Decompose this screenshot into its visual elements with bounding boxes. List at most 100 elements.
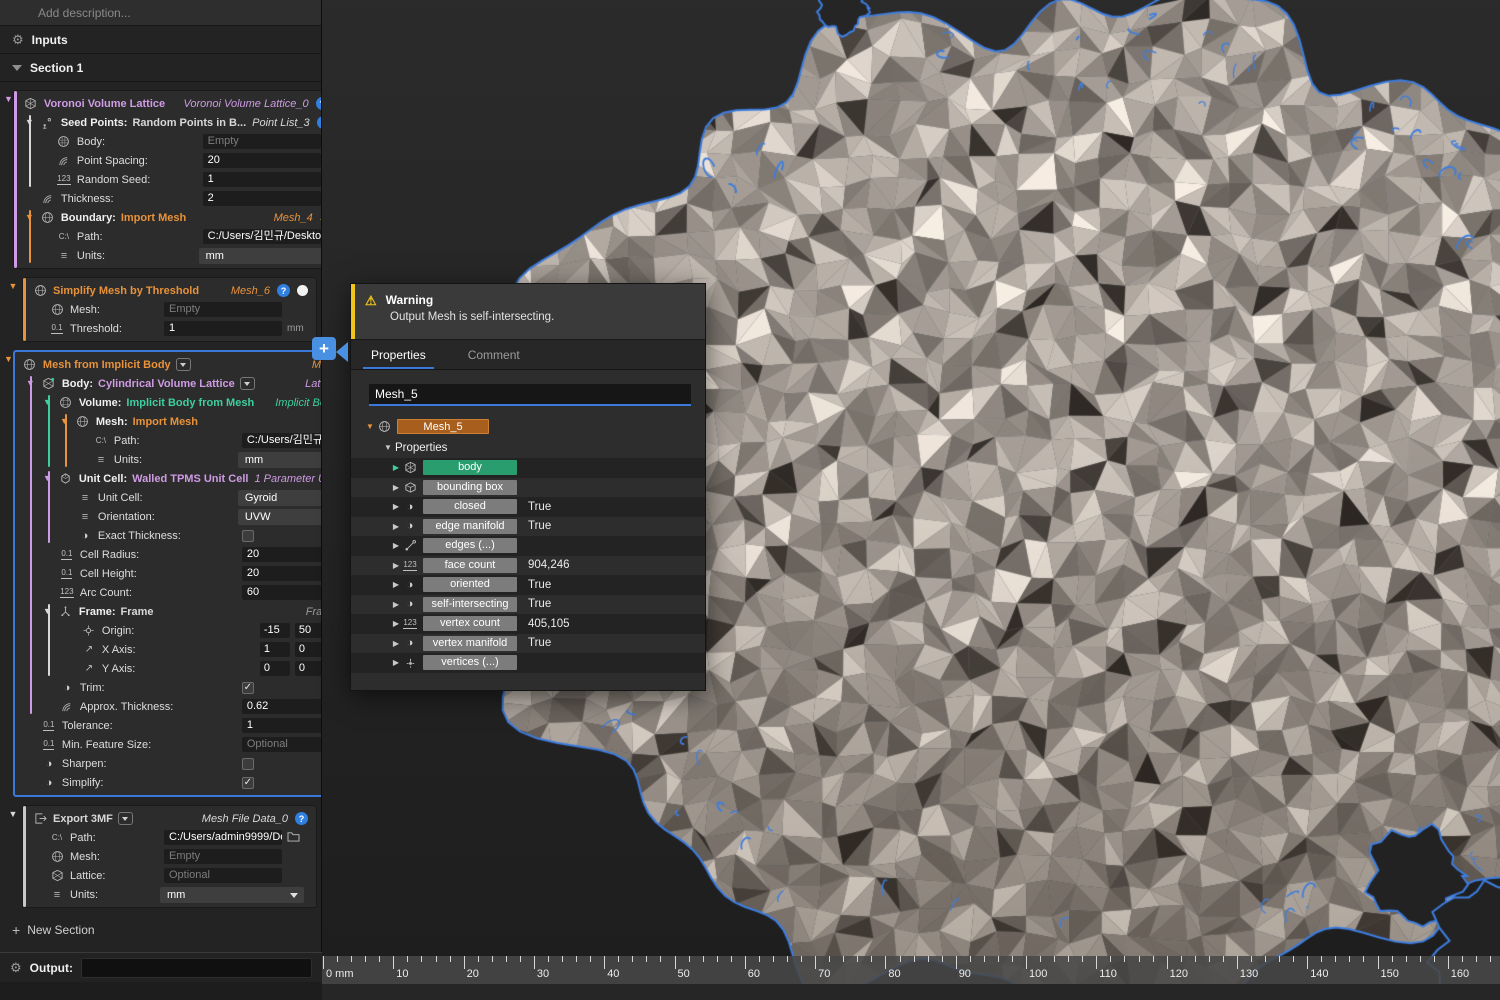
chevron-down-icon[interactable] — [176, 358, 191, 371]
tab-comment[interactable]: Comment — [460, 342, 528, 369]
units-dropdown[interactable]: mm — [199, 248, 322, 264]
chevron-down-icon[interactable] — [240, 377, 255, 390]
collapse-arrow-icon[interactable]: ▼ — [43, 474, 52, 483]
property-chip[interactable]: vertex count — [423, 616, 517, 631]
chevron-down-icon[interactable] — [118, 812, 133, 825]
property-chip[interactable]: edge manifold — [423, 519, 517, 534]
property-chip[interactable]: vertices (...) — [423, 655, 517, 670]
point-spacing-input[interactable]: 20 — [203, 153, 321, 168]
property-row[interactable]: ▶123vertex count405,105 — [351, 614, 705, 634]
y-axis-vector-inputs[interactable]: 0 0 45 — [260, 661, 322, 676]
expand-arrow-icon[interactable]: ▶ — [391, 522, 401, 531]
expand-arrow-icon[interactable]: ▶ — [391, 658, 401, 667]
units-dropdown[interactable]: mm — [160, 887, 304, 903]
collapse-arrow-icon[interactable]: ▼ — [4, 95, 13, 269]
property-chip[interactable]: closed — [423, 499, 517, 514]
collapse-arrow-icon[interactable]: ▼ — [43, 398, 52, 407]
origin-y-input[interactable]: 50 — [295, 623, 322, 638]
collapse-arrow-icon[interactable]: ▼ — [365, 422, 375, 431]
field-value[interactable]: Import Mesh — [133, 416, 198, 428]
expand-arrow-icon[interactable]: ▶ — [391, 483, 401, 492]
output-input[interactable] — [81, 958, 312, 978]
property-row[interactable]: ▶123face count904,246 — [351, 556, 705, 576]
property-row[interactable]: ▶◑orientedTrue — [351, 575, 705, 595]
inputs-row[interactable]: ⚙ Inputs — [0, 26, 321, 54]
unit-cell-dropdown[interactable]: Gyroid — [238, 490, 322, 506]
min-feature-size-input[interactable]: Optional — [242, 737, 322, 752]
property-row[interactable]: ▶◑vertex manifoldTrue — [351, 634, 705, 654]
property-chip[interactable]: body — [423, 460, 517, 475]
trim-checkbox[interactable]: ✓ — [242, 682, 254, 694]
cell-radius-input[interactable]: 20 — [242, 547, 322, 562]
collapse-arrow-icon[interactable]: ▼ — [383, 443, 393, 452]
path-input[interactable]: C:/Users/김민규/Desktop — [203, 229, 321, 244]
property-row[interactable]: ▶ edges (...) — [351, 536, 705, 556]
name-field[interactable]: Mesh_5 — [369, 384, 691, 406]
export-lattice-input[interactable]: Optional — [164, 868, 282, 883]
property-chip[interactable]: vertex manifold — [423, 636, 517, 651]
description-field[interactable]: Add description... — [0, 0, 321, 26]
yaxis-y-input[interactable]: 0 — [295, 661, 322, 676]
xaxis-y-input[interactable]: 0 — [295, 642, 322, 657]
new-section-button[interactable]: + New Section — [0, 908, 321, 938]
path-input[interactable]: C:/Users/김민규/Desktop — [242, 433, 322, 448]
simplify-checkbox[interactable]: ✓ — [242, 777, 254, 789]
property-row[interactable]: ▶◑self-intersectingTrue — [351, 595, 705, 615]
properties-group-row[interactable]: ▼ Properties — [351, 437, 705, 458]
export-mesh-input[interactable]: Empty — [164, 849, 282, 864]
field-value[interactable]: Cylindrical Volume Lattice — [98, 378, 235, 390]
collapse-arrow-icon[interactable]: ▼ — [25, 213, 34, 222]
exact-thickness-checkbox[interactable] — [242, 530, 254, 542]
field-value[interactable]: Walled TPMS Unit Cell — [132, 473, 248, 485]
x-axis-vector-inputs[interactable]: 1 0 0 — [260, 642, 322, 657]
property-chip[interactable]: bounding box — [423, 480, 517, 495]
property-row[interactable]: ▶ body — [351, 458, 705, 478]
random-seed-input[interactable]: 1 — [203, 172, 321, 187]
expand-arrow-icon[interactable]: ▶ — [391, 619, 401, 628]
field-value[interactable]: Import Mesh — [121, 212, 186, 224]
field-value[interactable]: Implicit Body from Mesh — [126, 397, 254, 409]
chevron-down-icon[interactable] — [12, 65, 22, 71]
expand-arrow-icon[interactable]: ▶ — [391, 541, 401, 550]
threshold-input[interactable]: 1 — [164, 321, 282, 336]
visibility-toggle[interactable] — [297, 285, 308, 296]
add-block-button[interactable]: + — [312, 337, 336, 360]
block-simplify-mesh[interactable]: ▼ Simplify Mesh by Threshold Mesh_6 ? Me… — [4, 277, 317, 342]
section-row[interactable]: Section 1 — [0, 54, 321, 82]
expand-arrow-icon[interactable]: ▶ — [391, 561, 401, 570]
help-icon[interactable]: ? — [316, 97, 322, 110]
expand-arrow-icon[interactable]: ▶ — [391, 463, 401, 472]
property-row[interactable]: ▶◑closedTrue — [351, 497, 705, 517]
cell-height-input[interactable]: 20 — [242, 566, 322, 581]
panel-collapse-icon[interactable] — [336, 342, 348, 362]
block-voronoi-volume-lattice[interactable]: ▼ Voronoi Volume Lattice Voronoi Volume … — [4, 90, 317, 269]
property-chip[interactable]: edges (...) — [423, 538, 517, 553]
property-row[interactable]: ▶◑edge manifoldTrue — [351, 517, 705, 537]
collapse-arrow-icon[interactable]: ▼ — [43, 607, 52, 616]
field-value[interactable]: Frame — [121, 606, 154, 618]
yaxis-x-input[interactable]: 0 — [260, 661, 290, 676]
help-icon[interactable]: ? — [277, 284, 290, 297]
collapse-arrow-icon[interactable]: ▼ — [60, 417, 69, 426]
approx-thickness-input[interactable]: 0.62 — [242, 699, 322, 714]
block-mesh-from-implicit-body[interactable]: ▼ Mesh from Implicit Body Mesh_5 ⚠ ▼ Bod… — [4, 350, 317, 797]
thickness-input[interactable]: 2 — [203, 191, 321, 206]
help-icon[interactable]: ? — [295, 812, 308, 825]
mesh-input[interactable]: Empty — [164, 302, 282, 317]
collapse-arrow-icon[interactable]: ▼ — [9, 810, 18, 908]
property-row[interactable]: ▶ vertices (...) — [351, 653, 705, 673]
tab-properties[interactable]: Properties — [363, 342, 434, 369]
tolerance-input[interactable]: 1 — [242, 718, 322, 733]
collapse-arrow-icon[interactable]: ▼ — [26, 379, 35, 388]
collapse-arrow-icon[interactable]: ▼ — [25, 118, 34, 127]
expand-arrow-icon[interactable]: ▶ — [391, 600, 401, 609]
origin-x-input[interactable]: -15 — [260, 623, 290, 638]
folder-icon[interactable] — [287, 831, 300, 842]
expand-arrow-icon[interactable]: ▶ — [391, 580, 401, 589]
property-chip[interactable]: face count — [423, 558, 517, 573]
field-value[interactable]: Random Points in B... — [132, 117, 246, 129]
collapse-arrow-icon[interactable]: ▼ — [9, 282, 18, 342]
xaxis-x-input[interactable]: 1 — [260, 642, 290, 657]
expand-arrow-icon[interactable]: ▶ — [391, 502, 401, 511]
origin-vector-inputs[interactable]: -15 50 185 — [260, 623, 322, 638]
